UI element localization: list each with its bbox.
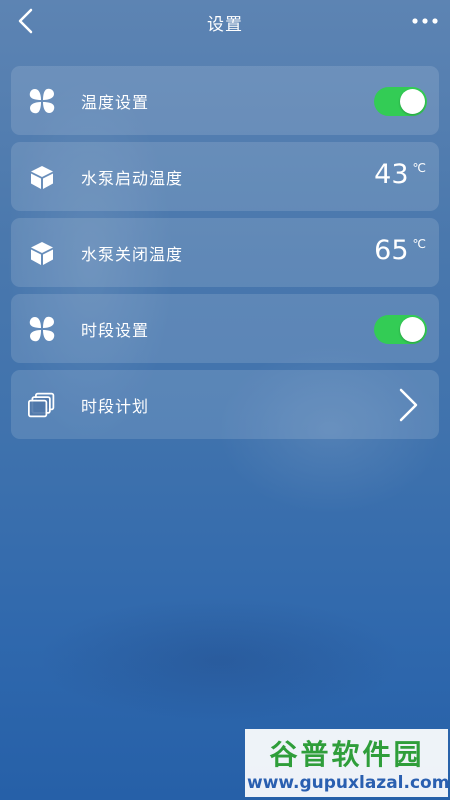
toggle-knob [400, 89, 425, 114]
temperature-unit: ℃ [412, 161, 426, 175]
temperature-number: 65 [374, 235, 409, 266]
toggle-knob [400, 317, 425, 342]
temperature-number: 43 [374, 159, 409, 190]
period-setting-toggle[interactable] [374, 315, 427, 344]
watermark: 谷普软件园 www.gupuxlazal.com [245, 729, 450, 797]
back-icon[interactable] [10, 6, 40, 36]
cube-icon [28, 163, 56, 191]
more-dots-icon[interactable] [410, 8, 440, 34]
pump-stop-temperature-value: 65 ℃ [374, 236, 426, 266]
fan-icon [28, 87, 56, 115]
row-label: 水泵关闭温度 [81, 244, 184, 264]
watermark-title: 谷普软件园 [269, 738, 425, 771]
row-pump-start-temperature[interactable]: 水泵启动温度 43 ℃ [11, 142, 439, 211]
row-period-setting: 时段设置 [11, 294, 439, 363]
chevron-right-icon[interactable] [397, 388, 419, 422]
top-bar: 设置 [0, 0, 450, 44]
row-label: 水泵启动温度 [81, 168, 184, 188]
pump-start-temperature-value: 43 ℃ [374, 160, 426, 190]
row-temperature-setting: 温度设置 [11, 66, 439, 135]
row-label: 时段计划 [81, 396, 150, 416]
row-pump-stop-temperature[interactable]: 水泵关闭温度 65 ℃ [11, 218, 439, 287]
cube-icon [28, 239, 56, 267]
settings-list: 温度设置 水泵启动温度 43 ℃ 水泵关闭温度 65 ℃ 时段设置 时段计划 [11, 66, 439, 446]
copy-icon [28, 391, 56, 419]
page-title: 设置 [207, 14, 243, 35]
temperature-setting-toggle[interactable] [374, 87, 427, 116]
row-label: 时段设置 [81, 320, 150, 340]
row-period-plan[interactable]: 时段计划 [11, 370, 439, 439]
row-label: 温度设置 [81, 92, 150, 112]
watermark-url: www.gupuxlazal.com [247, 773, 450, 793]
fan-icon [28, 315, 56, 343]
temperature-unit: ℃ [412, 237, 426, 251]
